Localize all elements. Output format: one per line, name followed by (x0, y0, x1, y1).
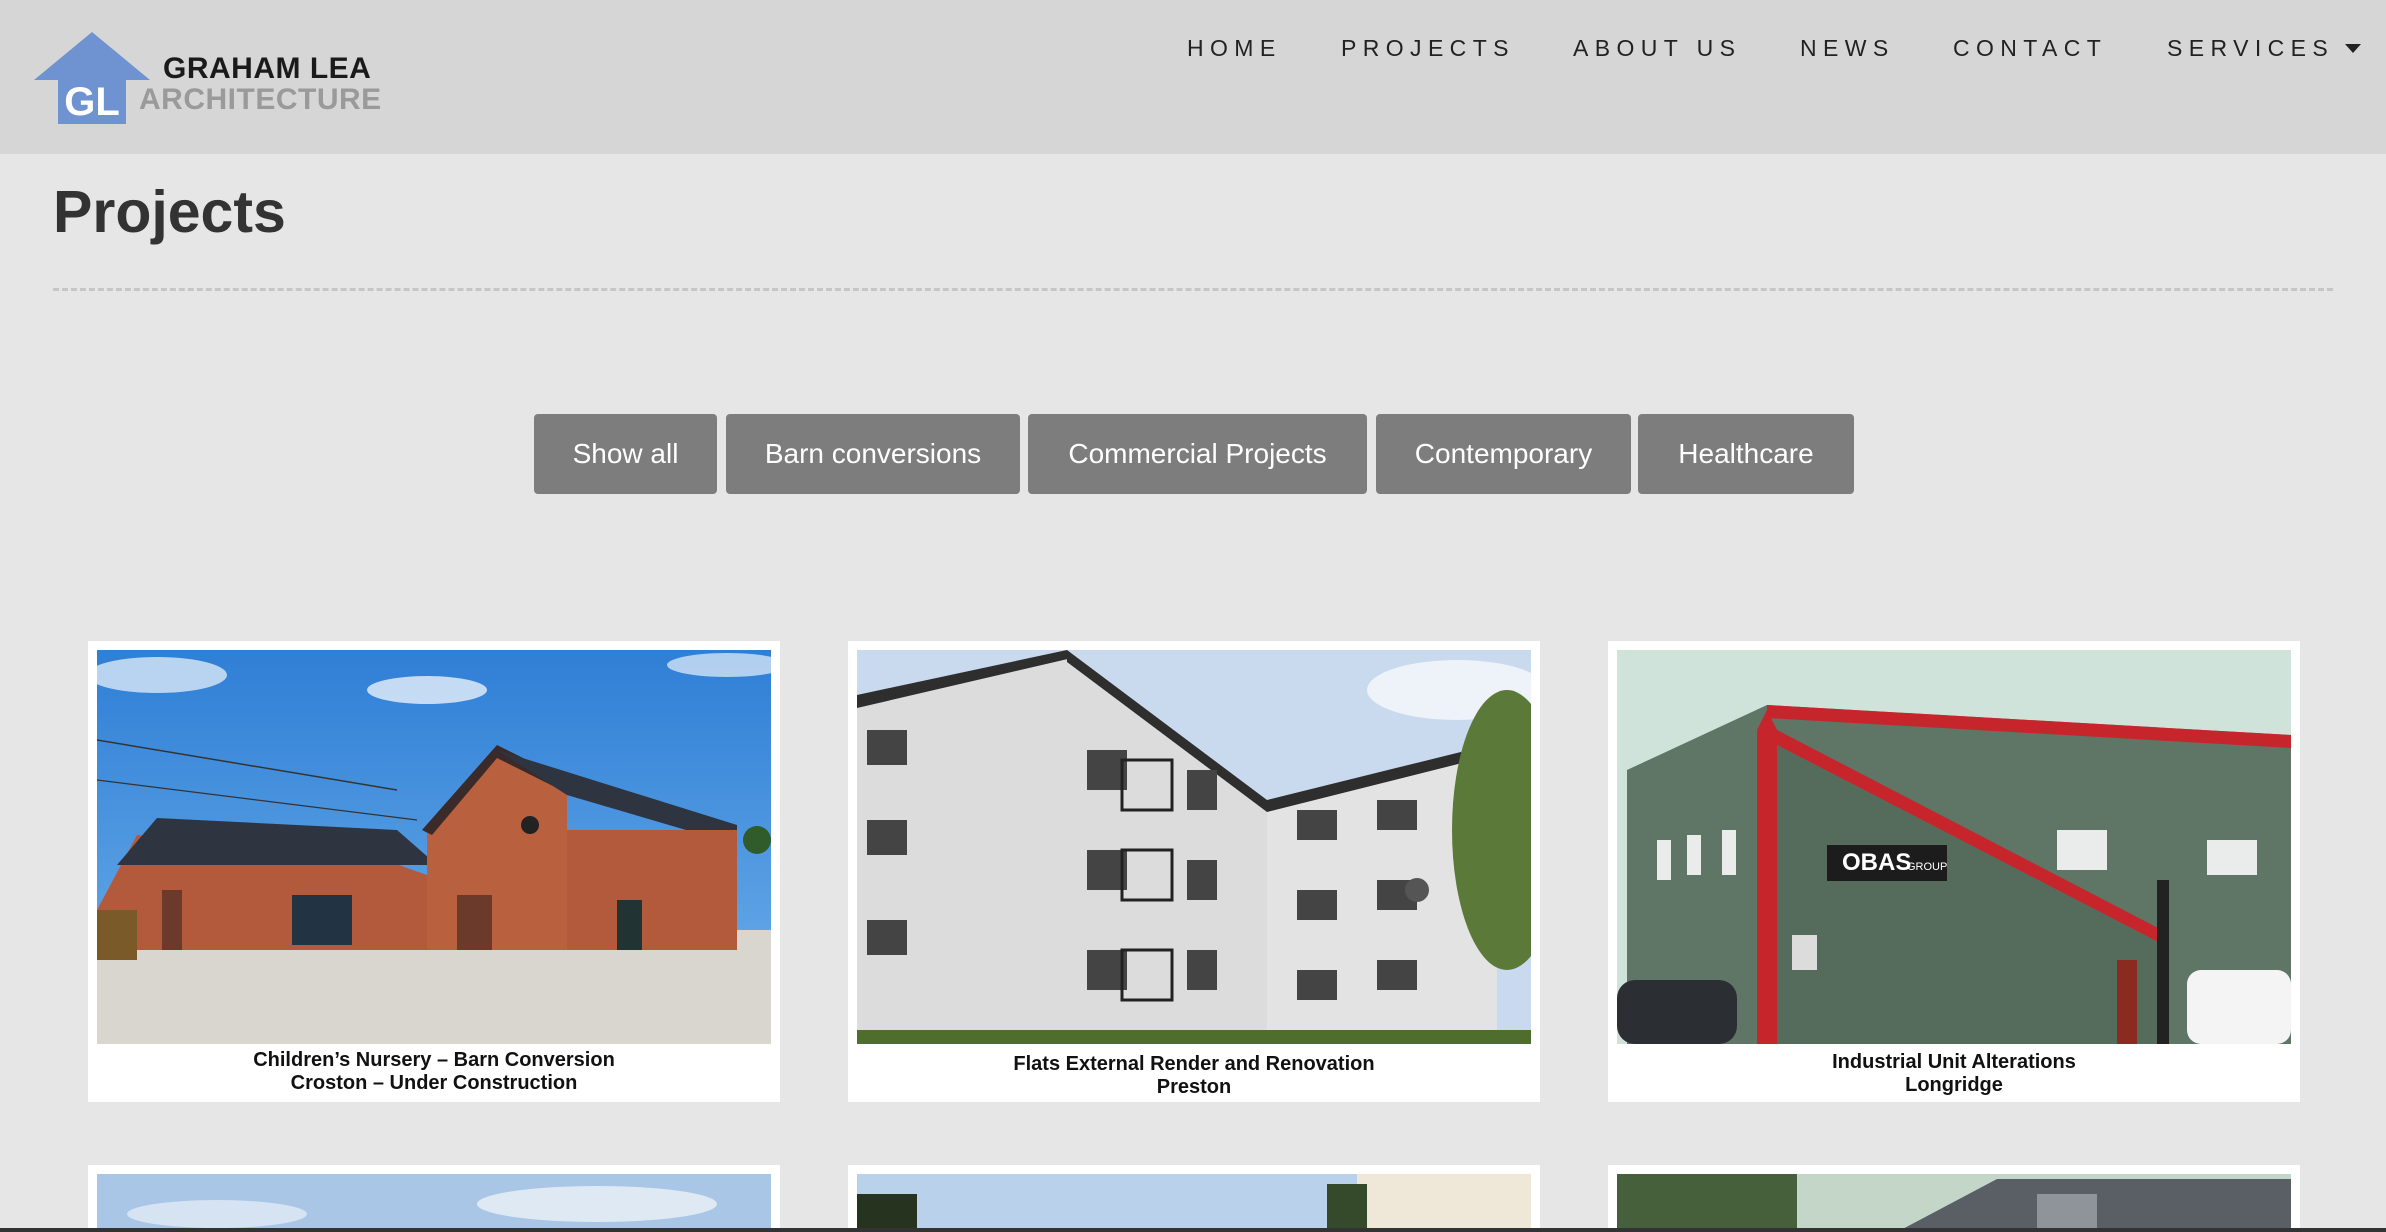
main-nav: HOME PROJECTS ABOUT US NEWS CONTACT SERV… (1150, 30, 2386, 70)
filter-contemporary-button[interactable]: Contemporary (1376, 414, 1631, 494)
project-photo[interactable] (857, 650, 1531, 1044)
site-header: GL GRAHAM LEA ARCHITECTURE HOME PROJECTS… (0, 0, 2386, 154)
svg-text:GL: GL (64, 80, 120, 124)
nav-item-news[interactable]: NEWS (1800, 30, 1895, 66)
project-photo[interactable] (97, 1174, 771, 1232)
filter-healthcare-button[interactable]: Healthcare (1638, 414, 1854, 494)
title-divider (53, 288, 2333, 291)
barn-conversion-image (97, 650, 771, 1044)
project-thumbnail-image (1617, 1174, 2291, 1232)
project-card[interactable] (1608, 1165, 2300, 1232)
project-title: Flats External Render and Renovation (1013, 1053, 1375, 1075)
filter-show-all-button[interactable]: Show all (534, 414, 717, 494)
project-location: Croston – Under Construction (290, 1072, 578, 1094)
project-location: Preston (1156, 1076, 1232, 1098)
page-title: Projects (53, 179, 286, 245)
logo-name-line1: GRAHAM LEA (163, 52, 372, 85)
project-title: Industrial Unit Alterations (1832, 1051, 2076, 1073)
site-logo[interactable]: GL GRAHAM LEA ARCHITECTURE (32, 30, 392, 130)
nav-item-home[interactable]: HOME (1187, 30, 1282, 66)
nav-item-services[interactable]: SERVICES (2167, 30, 2334, 66)
project-photo[interactable] (97, 650, 771, 1044)
flats-render-image (857, 650, 1531, 1044)
project-thumbnail-image (857, 1174, 1531, 1232)
project-photo[interactable] (857, 1174, 1531, 1232)
project-photo[interactable]: OBAS GROUP (1617, 650, 2291, 1044)
bottom-edge (0, 1228, 2386, 1232)
project-card[interactable]: Flats External Render and Renovation Pre… (848, 641, 1540, 1102)
svg-text:OBAS: OBAS (1842, 849, 1911, 876)
filter-commercial-projects-button[interactable]: Commercial Projects (1028, 414, 1367, 494)
project-location: Longridge (1905, 1074, 2003, 1096)
nav-item-about-us[interactable]: ABOUT US (1573, 30, 1741, 66)
filter-barn-conversions-button[interactable]: Barn conversions (726, 414, 1020, 494)
project-card[interactable] (848, 1165, 1540, 1232)
project-title: Children’s Nursery – Barn Conversion (253, 1049, 615, 1071)
logo-name-line2: ARCHITECTURE (139, 83, 382, 116)
caret-down-icon[interactable] (2345, 44, 2361, 53)
project-card[interactable]: Children’s Nursery – Barn Conversion Cro… (88, 641, 780, 1102)
industrial-unit-image: OBAS GROUP (1617, 650, 2291, 1044)
project-thumbnail-image (97, 1174, 771, 1232)
project-card[interactable] (88, 1165, 780, 1232)
svg-text:GROUP: GROUP (1907, 861, 1947, 873)
nav-item-contact[interactable]: CONTACT (1953, 30, 2107, 66)
project-photo[interactable] (1617, 1174, 2291, 1232)
project-card[interactable]: OBAS GROUP Industrial Unit Alterations L… (1608, 641, 2300, 1102)
nav-item-projects[interactable]: PROJECTS (1341, 30, 1515, 66)
